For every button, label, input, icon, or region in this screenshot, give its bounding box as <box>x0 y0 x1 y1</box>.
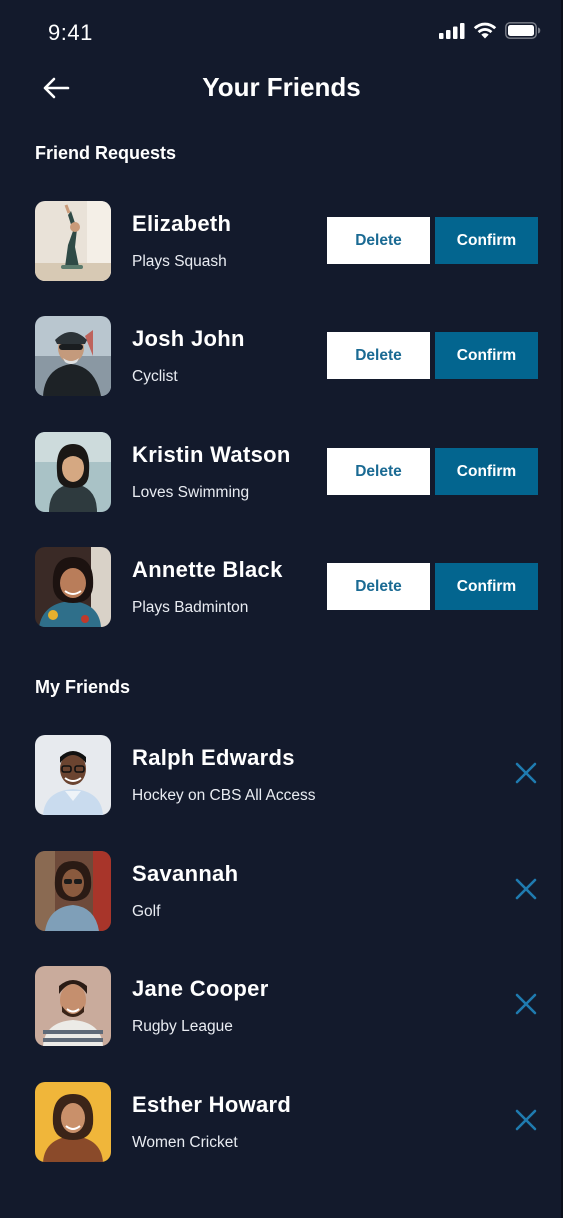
page-title: Your Friends <box>202 72 361 102</box>
friend-subtitle: Hockey on CBS All Access <box>132 787 316 804</box>
header: Your Friends <box>0 64 563 114</box>
status-bar: 9:41 <box>0 0 563 64</box>
request-subtitle: Plays Badminton <box>132 599 249 616</box>
request-name: Annette Black <box>132 557 283 582</box>
request-row: Josh John Cyclist Delete Confirm <box>0 316 563 396</box>
request-row: Elizabeth Plays Squash Delete Confirm <box>0 201 563 281</box>
request-name: Elizabeth <box>132 211 232 236</box>
friend-row: Jane Cooper Rugby League <box>0 966 563 1046</box>
avatar <box>35 735 111 815</box>
status-time: 9:41 <box>48 20 93 45</box>
avatar <box>35 201 111 281</box>
friend-subtitle: Golf <box>132 903 161 920</box>
my-friends-heading: My Friends <box>35 677 131 697</box>
friend-requests-heading: Friend Requests <box>35 143 177 163</box>
friend-name: Esther Howard <box>132 1092 292 1117</box>
confirm-button[interactable]: Confirm <box>435 448 538 495</box>
friend-row: Esther Howard Women Cricket <box>0 1082 563 1162</box>
avatar <box>35 316 111 396</box>
remove-friend-button[interactable] <box>512 761 540 789</box>
request-row: Annette Black Plays Badminton Delete Con… <box>0 547 563 627</box>
cellular-signal-icon <box>439 22 465 44</box>
avatar <box>35 1082 111 1162</box>
friend-subtitle: Rugby League <box>132 1018 233 1035</box>
delete-button[interactable]: Delete <box>327 448 430 495</box>
request-subtitle: Cyclist <box>132 368 178 385</box>
avatar <box>35 851 111 931</box>
status-icons <box>439 22 541 44</box>
battery-icon <box>505 22 541 44</box>
remove-friend-button[interactable] <box>512 1108 540 1136</box>
confirm-button[interactable]: Confirm <box>435 563 538 610</box>
avatar <box>35 547 111 627</box>
friend-name: Savannah <box>132 861 239 886</box>
request-row: Kristin Watson Loves Swimming Delete Con… <box>0 432 563 512</box>
delete-button[interactable]: Delete <box>327 563 430 610</box>
close-icon <box>515 993 537 1020</box>
request-subtitle: Plays Squash <box>132 253 227 270</box>
close-icon <box>515 878 537 905</box>
request-name: Josh John <box>132 326 245 351</box>
close-icon <box>515 762 537 789</box>
avatar <box>35 966 111 1046</box>
remove-friend-button[interactable] <box>512 992 540 1020</box>
request-subtitle: Loves Swimming <box>132 484 250 501</box>
confirm-button[interactable]: Confirm <box>435 217 538 264</box>
friend-row: Ralph Edwards Hockey on CBS All Access <box>0 735 563 815</box>
avatar <box>35 432 111 512</box>
confirm-button[interactable]: Confirm <box>435 332 538 379</box>
delete-button[interactable]: Delete <box>327 332 430 379</box>
wifi-icon <box>473 22 497 44</box>
friend-row: Savannah Golf <box>0 851 563 931</box>
friend-name: Jane Cooper <box>132 976 269 1001</box>
friend-subtitle: Women Cricket <box>132 1134 238 1151</box>
close-icon <box>515 1109 537 1136</box>
request-name: Kristin Watson <box>132 442 291 467</box>
friend-name: Ralph Edwards <box>132 745 295 770</box>
delete-button[interactable]: Delete <box>327 217 430 264</box>
remove-friend-button[interactable] <box>512 877 540 905</box>
